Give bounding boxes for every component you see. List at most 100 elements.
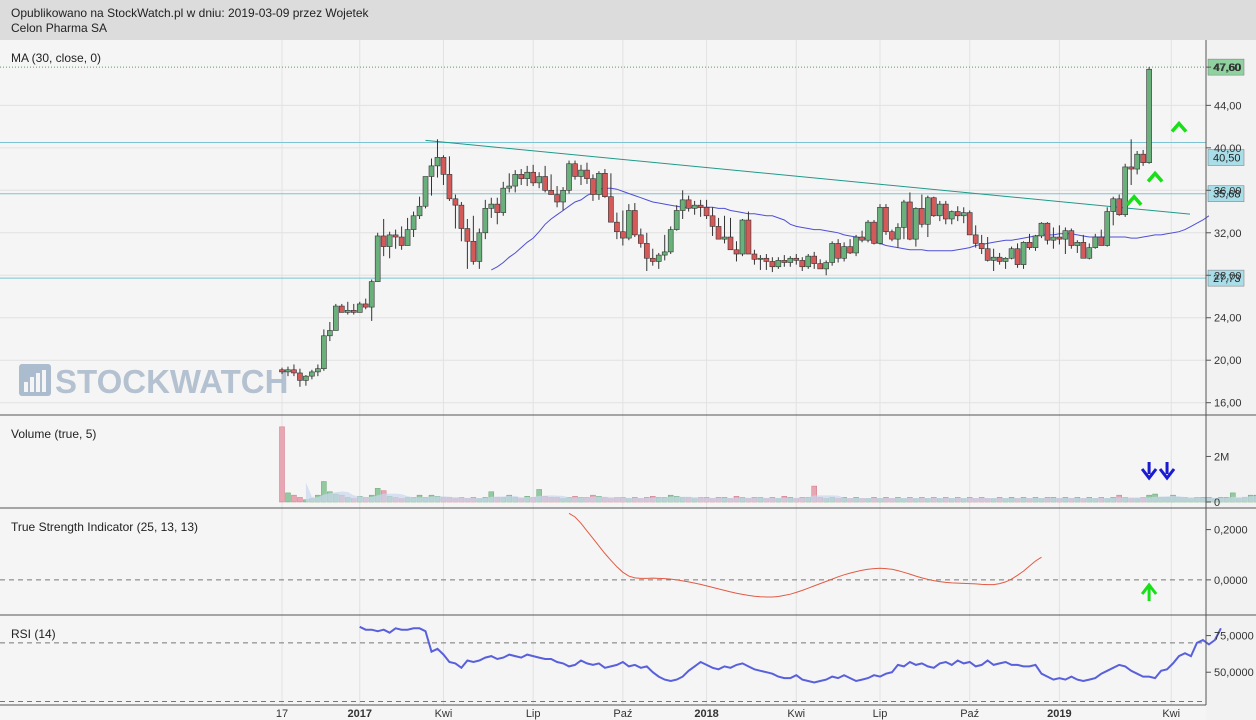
- time-tick-label: Kwi: [787, 708, 805, 720]
- price-tick-label: 36,00: [1214, 185, 1242, 197]
- candle-body: [883, 206, 889, 233]
- candle-body: [518, 174, 525, 179]
- candle-body: [1080, 242, 1087, 259]
- candle-body: [787, 257, 794, 263]
- candle-body: [1002, 257, 1009, 262]
- candle-body: [1146, 68, 1152, 163]
- chart-area[interactable]: STOCKWATCH 47,6040,5035,6827,73 MA (30, …: [0, 40, 1256, 720]
- candle-body: [1068, 230, 1075, 246]
- candle-body: [841, 246, 847, 259]
- time-tick-label: Paź: [613, 708, 632, 720]
- candle-body: [1020, 242, 1027, 265]
- candle-body: [1056, 236, 1063, 240]
- candle-body: [901, 201, 907, 228]
- candle-body: [291, 369, 297, 374]
- candle-body: [512, 174, 519, 187]
- candle-body: [506, 185, 513, 189]
- candle-body: [865, 221, 871, 241]
- candle-body: [626, 210, 632, 239]
- publication-info: Opublikowano na StockWatch.pl w dniu: 20…: [11, 6, 369, 20]
- candle-body: [356, 303, 363, 313]
- candle-body: [817, 263, 824, 270]
- candle-body: [661, 251, 668, 256]
- candle-body: [643, 243, 650, 259]
- candle-body: [919, 208, 925, 225]
- candle-body: [853, 236, 859, 254]
- candle-body: [1026, 242, 1033, 248]
- candle-body: [649, 257, 656, 262]
- candle-body: [925, 197, 931, 225]
- watermark-logo-bar: [36, 373, 40, 392]
- volume-tick-label: 2M: [1214, 451, 1229, 463]
- candle-body: [984, 248, 991, 261]
- watermark-text: STOCKWATCH: [55, 363, 288, 400]
- candle-body: [488, 203, 495, 209]
- candle-body: [960, 212, 967, 217]
- candle-body: [781, 260, 788, 263]
- candle-body: [410, 215, 417, 230]
- volume-bar: [285, 492, 291, 503]
- candle-body: [679, 199, 686, 211]
- candle-body: [590, 178, 596, 195]
- time-tick-label: Lip: [873, 708, 888, 720]
- candle-body: [620, 231, 626, 239]
- candle-body: [811, 255, 818, 264]
- watermark-logo-bar: [24, 382, 28, 392]
- candle-body: [733, 249, 740, 255]
- tsi-tick-label: 0,2000: [1214, 525, 1248, 537]
- candle-body: [1008, 248, 1015, 259]
- candle-body: [560, 190, 566, 203]
- candle-body: [362, 303, 369, 308]
- candle-body: [572, 163, 578, 177]
- price-tick-label: 24,00: [1214, 313, 1242, 325]
- volume-tick-label: 0: [1214, 497, 1220, 509]
- candle-body: [1032, 235, 1039, 248]
- candle-body: [936, 203, 943, 217]
- volume-bar: [297, 497, 303, 503]
- candle-body: [279, 369, 285, 373]
- candle-body: [446, 174, 453, 200]
- candle-body: [727, 236, 734, 251]
- candle-body: [913, 208, 919, 240]
- candle-body: [1122, 166, 1128, 216]
- candle-body: [1110, 198, 1117, 212]
- time-tick-label: 2019: [1047, 708, 1071, 720]
- candle-body: [996, 256, 1003, 262]
- candle-body: [536, 176, 542, 184]
- candle-body: [542, 176, 548, 191]
- price-tick-label: 40,00: [1214, 143, 1242, 155]
- candle-body: [464, 228, 471, 242]
- candle-body: [877, 206, 883, 244]
- candle-body: [954, 211, 961, 217]
- time-tick-label: 2017: [347, 708, 371, 720]
- candle-body: [584, 169, 590, 179]
- rsi-tick-label: 75,0000: [1214, 631, 1254, 643]
- candle-body: [303, 375, 309, 381]
- volume-panel-title: Volume (true, 5): [11, 427, 96, 441]
- candle-body: [327, 330, 333, 337]
- instrument-name: Celon Pharma SA: [11, 21, 108, 35]
- candle-body: [691, 204, 698, 209]
- volume-bar: [291, 494, 297, 503]
- candle-body: [440, 157, 447, 175]
- candle-body: [889, 231, 895, 240]
- time-tick-label: 2018: [694, 708, 718, 720]
- candle-body: [530, 171, 536, 184]
- candle-body: [637, 234, 644, 244]
- price-tick-label: 44,00: [1214, 100, 1242, 112]
- time-tick-label: Lip: [526, 708, 541, 720]
- candle-body: [309, 371, 315, 377]
- candle-body: [871, 221, 877, 244]
- candle-body: [315, 368, 321, 373]
- candle-body: [859, 236, 865, 241]
- candle-body: [1098, 236, 1105, 246]
- candle-body: [745, 219, 752, 255]
- candle-body: [697, 204, 704, 208]
- watermark: STOCKWATCH: [19, 363, 288, 400]
- candle-body: [847, 246, 853, 254]
- watermark-logo-bar: [30, 377, 34, 392]
- candle-body: [380, 235, 387, 247]
- candle-body: [1038, 222, 1045, 237]
- candle-body: [374, 235, 381, 282]
- candle-body: [386, 234, 393, 247]
